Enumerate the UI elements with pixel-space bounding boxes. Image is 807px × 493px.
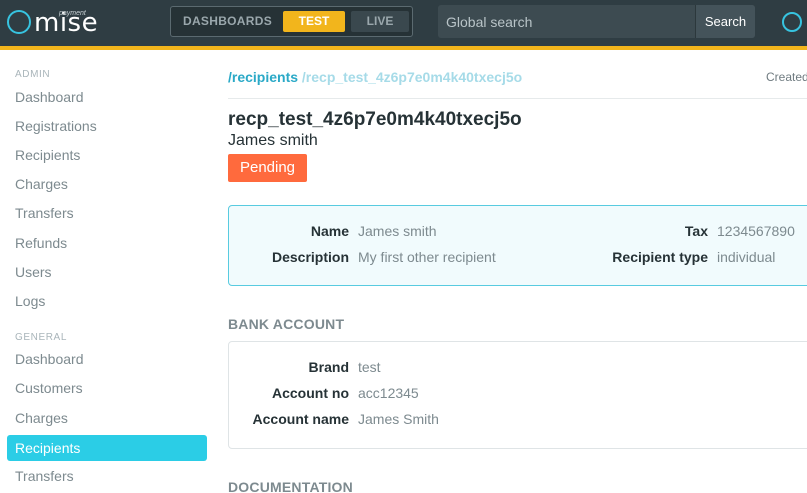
sidebar-item-admin-recipients[interactable]: Recipients — [7, 142, 207, 168]
created-label: Created — [766, 70, 807, 84]
tax-value: 1234567890 — [717, 223, 795, 239]
sidebar-item-transfers[interactable]: Transfers — [7, 463, 207, 489]
sidebar-item-dashboard[interactable]: Dashboard — [7, 346, 207, 372]
omise-logo[interactable]: mise payment — [7, 7, 98, 38]
recipient-info-panel — [228, 205, 807, 286]
search-input[interactable] — [438, 5, 694, 38]
sidebar-item-admin-transfers[interactable]: Transfers — [7, 200, 207, 226]
account-no-value: acc12345 — [358, 385, 419, 401]
sidebar-item-admin-users[interactable]: Users — [7, 259, 207, 285]
live-mode-button[interactable]: LIVE — [351, 11, 409, 32]
account-name-label: Account name — [252, 411, 349, 427]
sidebar-item-admin-refunds[interactable]: Refunds — [7, 230, 207, 256]
sidebar: ADMIN Dashboard Registrations Recipients… — [0, 50, 214, 493]
top-bar: mise payment DASHBOARDS TEST LIVE Search — [0, 0, 807, 46]
recipient-type-value: individual — [717, 249, 776, 265]
sidebar-item-recipients[interactable]: Recipients — [7, 435, 207, 461]
logo-circle-icon — [7, 10, 31, 34]
sidebar-item-admin-charges[interactable]: Charges — [7, 171, 207, 197]
user-menu-icon[interactable] — [782, 12, 802, 32]
sidebar-item-charges[interactable]: Charges — [7, 405, 207, 431]
description-label: Description — [271, 249, 349, 265]
sidebar-item-customers[interactable]: Customers — [7, 375, 207, 401]
recipient-type-label: Recipient type — [612, 249, 708, 265]
tax-label: Tax — [684, 223, 708, 239]
description-value: My first other recipient — [358, 249, 496, 265]
header-divider — [228, 98, 807, 99]
global-search: Search — [438, 5, 755, 38]
breadcrumb-recipients-link[interactable]: /recipients — [228, 69, 298, 85]
dashboards-button[interactable]: DASHBOARDS — [183, 7, 272, 36]
documentation-heading: DOCUMENTATION — [228, 479, 353, 493]
recipient-id-title: recp_test_4z6p7e0m4k40txecj5o — [228, 109, 522, 130]
account-no-label: Account no — [272, 385, 349, 401]
sidebar-item-admin-logs[interactable]: Logs — [7, 288, 207, 314]
search-button[interactable]: Search — [695, 5, 755, 38]
status-badge: Pending — [228, 154, 307, 182]
brand-label: Brand — [308, 359, 349, 375]
account-name-value: James Smith — [358, 411, 439, 427]
sidebar-heading-admin: ADMIN — [15, 69, 51, 80]
name-value: James smith — [358, 223, 437, 239]
brand-value: test — [358, 359, 381, 375]
recipient-name: James smith — [228, 132, 318, 149]
name-label: Name — [310, 223, 349, 239]
bank-account-heading: BANK ACCOUNT — [228, 316, 345, 332]
sidebar-item-admin-dashboard[interactable]: Dashboard — [7, 84, 207, 110]
sidebar-heading-general: GENERAL — [15, 332, 67, 343]
test-mode-button[interactable]: TEST — [283, 11, 345, 32]
mode-switcher: DASHBOARDS TEST LIVE — [170, 6, 413, 37]
breadcrumb: /recipients /recp_test_4z6p7e0m4k40txecj… — [228, 69, 522, 85]
sidebar-item-admin-registrations[interactable]: Registrations — [7, 113, 207, 139]
breadcrumb-current: /recp_test_4z6p7e0m4k40txecj5o — [301, 69, 523, 85]
logo-subtext: payment — [59, 10, 86, 17]
